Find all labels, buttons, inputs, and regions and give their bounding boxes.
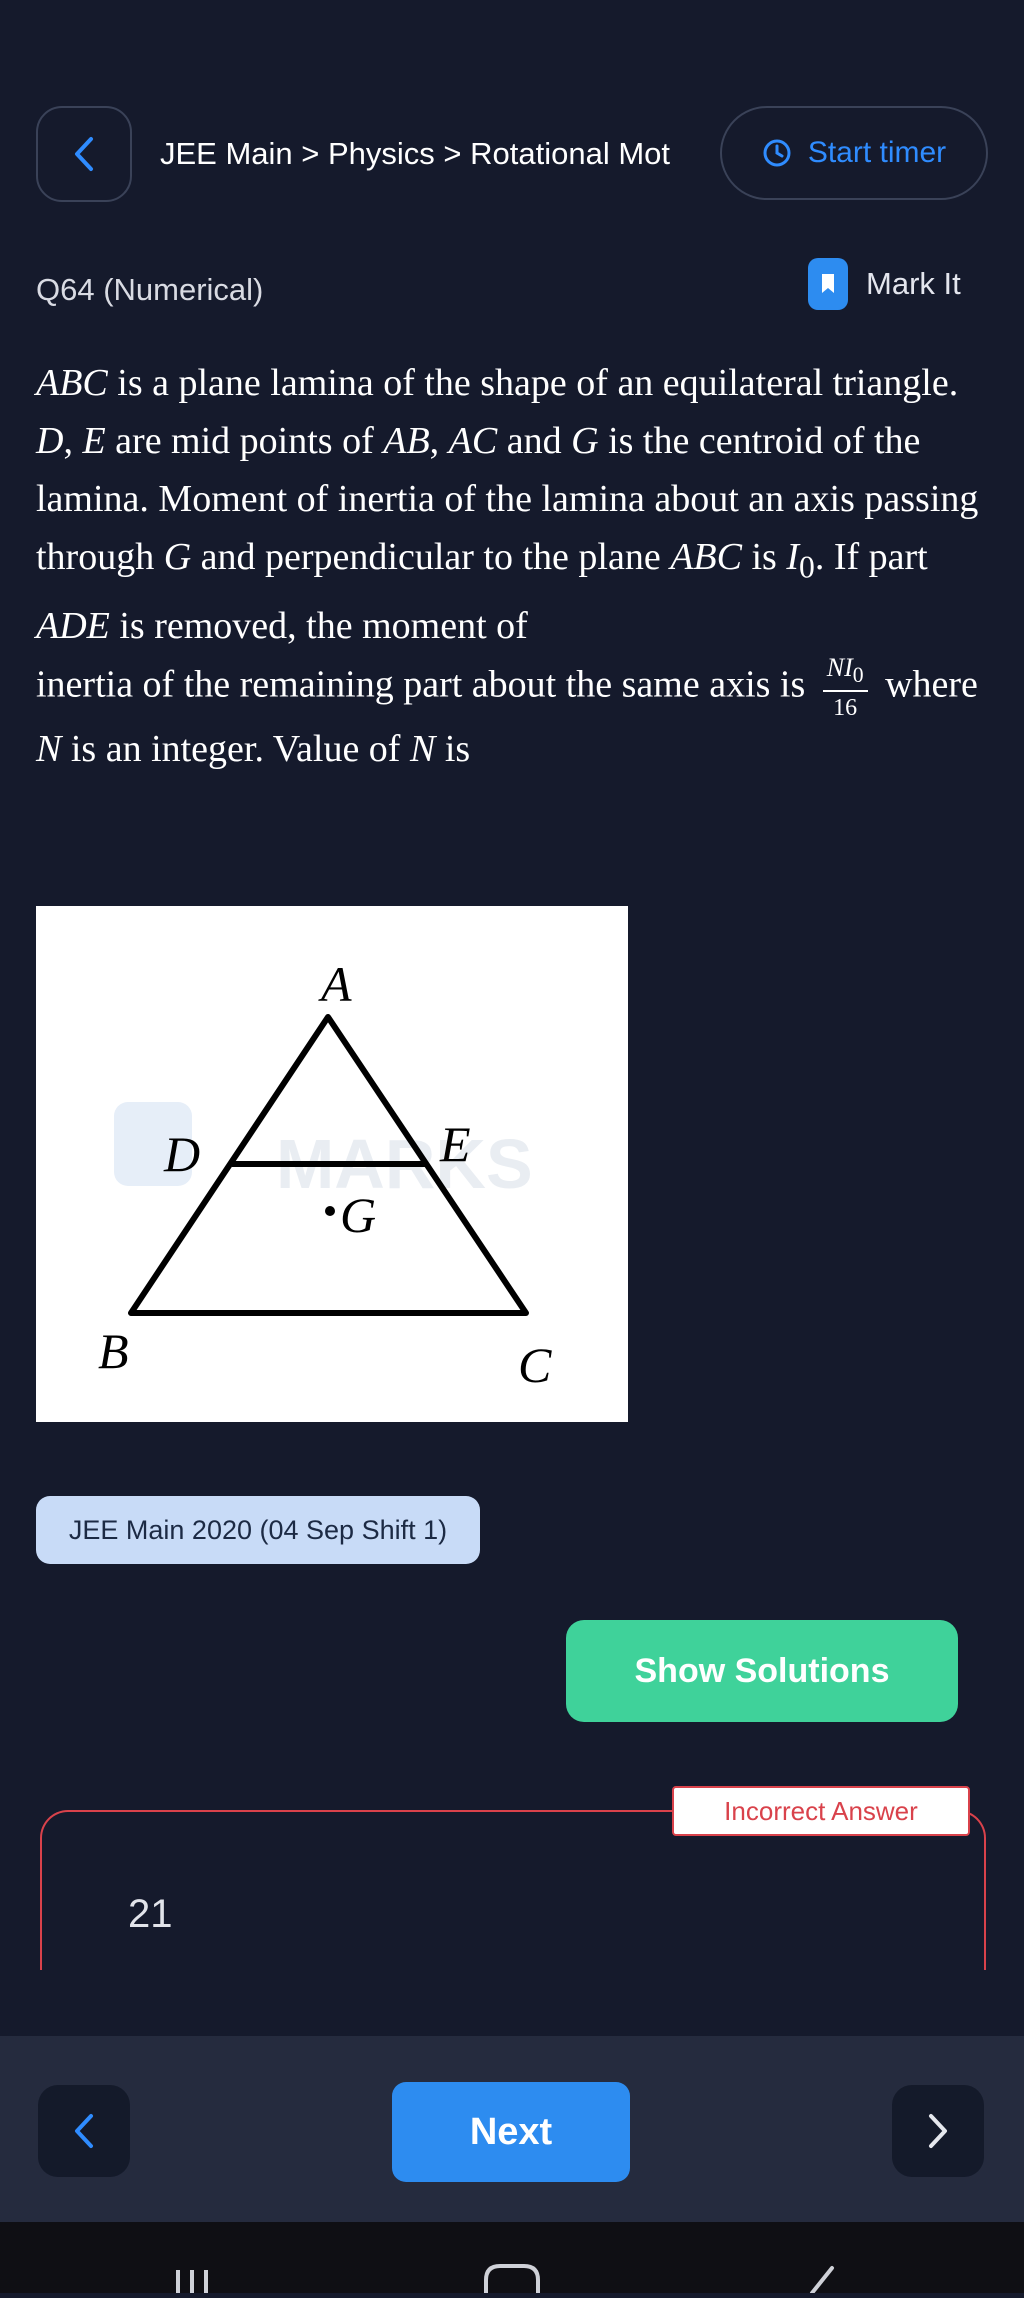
- breadcrumb[interactable]: JEE Main > Physics > Rotational Mot: [160, 136, 670, 172]
- label-c: C: [518, 1337, 552, 1393]
- question-text: ABC is a plane lamina of the shape of an…: [36, 362, 979, 771]
- label-e: E: [439, 1116, 471, 1172]
- start-timer-button[interactable]: Start timer: [720, 106, 988, 200]
- back-button[interactable]: [36, 106, 132, 202]
- triangle-diagram: MARKS A D E G B C: [98, 956, 552, 1393]
- previous-button[interactable]: [38, 2085, 130, 2177]
- next-button[interactable]: Next: [392, 2082, 630, 2182]
- chevron-right-icon: [929, 2114, 947, 2148]
- bookmark-icon: [808, 258, 848, 310]
- label-b: B: [98, 1323, 129, 1379]
- fraction: NI0 16: [822, 654, 868, 720]
- chevron-left-icon: [75, 2114, 93, 2148]
- recents-icon: [176, 2270, 208, 2293]
- start-timer-label: Start timer: [807, 136, 947, 169]
- back-nav-icon: [810, 2266, 834, 2295]
- question-number: Q64 (Numerical): [36, 272, 264, 307]
- system-nav-bar: [0, 2222, 1024, 2295]
- home-icon: [484, 2264, 540, 2293]
- chevron-left-icon: [75, 137, 93, 171]
- mark-it-button[interactable]: Mark It: [808, 258, 961, 310]
- label-a: A: [318, 956, 352, 1012]
- label-g: G: [340, 1187, 376, 1243]
- answer-value: 21: [128, 1892, 173, 1936]
- incorrect-answer-badge: Incorrect Answer: [672, 1786, 970, 1836]
- clock-icon: [763, 139, 791, 167]
- show-solutions-button[interactable]: Show Solutions: [566, 1620, 958, 1722]
- centroid-point: [325, 1206, 335, 1216]
- exam-source-badge: JEE Main 2020 (04 Sep Shift 1): [36, 1496, 480, 1564]
- mark-it-label: Mark It: [866, 266, 961, 301]
- label-d: D: [163, 1126, 200, 1182]
- next-arrow-button[interactable]: [892, 2085, 984, 2177]
- question-figure: MARKS A D E G B C: [36, 906, 628, 1422]
